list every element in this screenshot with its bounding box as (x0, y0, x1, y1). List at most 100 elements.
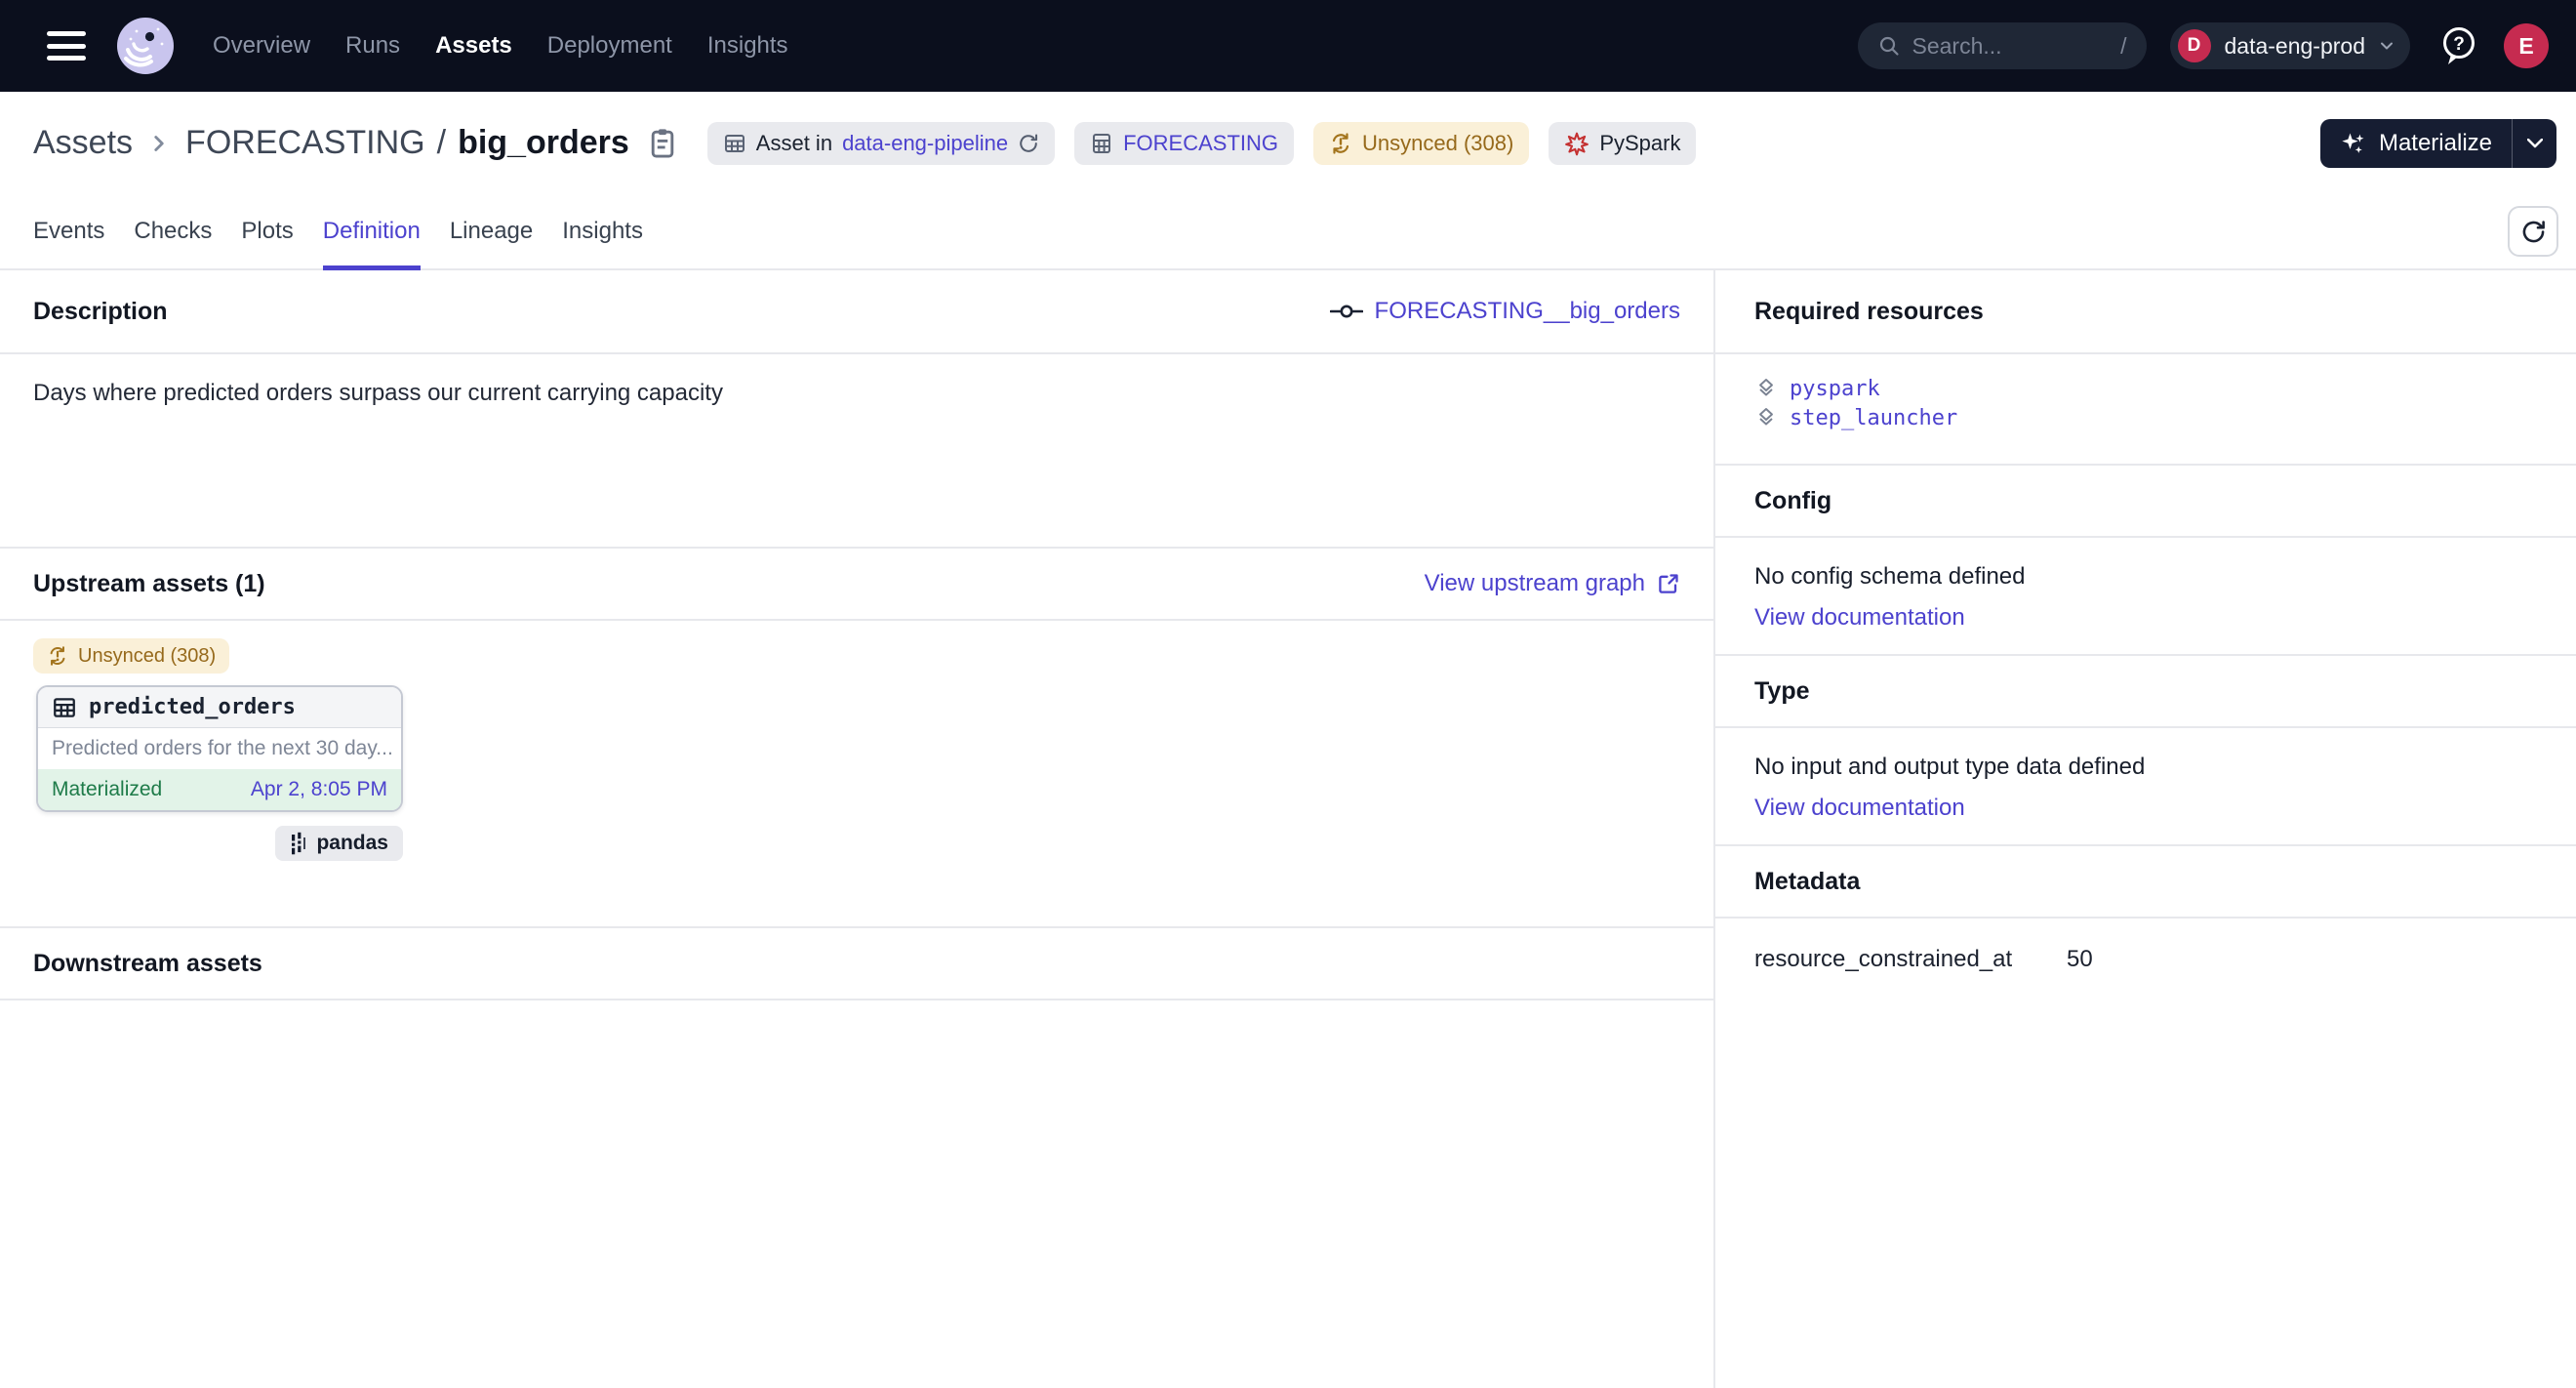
upstream-asset-kind-row: pandas (36, 826, 403, 861)
tab-events[interactable]: Events (33, 194, 104, 268)
tab-lineage[interactable]: Lineage (450, 194, 533, 268)
unsynced-tag-label: Unsynced (308) (1362, 131, 1513, 156)
config-body: No config schema defined View documentat… (1715, 538, 2576, 654)
pandas-kind-tag[interactable]: pandas (275, 826, 403, 861)
nav-item-insights[interactable]: Insights (707, 32, 788, 60)
tab-plots[interactable]: Plots (241, 194, 293, 268)
resource-link-step-launcher[interactable]: step_launcher (1790, 406, 1957, 430)
metadata-section-header: Metadata (1715, 844, 2576, 919)
tag-asset-in-pipeline[interactable]: Asset in data-eng-pipeline (707, 122, 1055, 165)
user-avatar[interactable]: E (2504, 23, 2549, 68)
breadcrumb-group-link[interactable]: FORECASTING (185, 124, 425, 162)
nav-item-runs[interactable]: Runs (345, 32, 400, 60)
search-input[interactable] (1912, 33, 2121, 60)
resource-link-pyspark[interactable]: pyspark (1790, 377, 1880, 401)
materialization-timestamp-link[interactable]: Apr 2, 8:05 PM (251, 778, 387, 801)
upstream-asset-description: Predicted orders for the next 30 day... (38, 728, 401, 769)
asset-tags: Asset in data-eng-pipeline FORECASTING U… (707, 122, 1697, 165)
config-section-header: Config (1715, 464, 2576, 538)
metadata-row: resource_constrained_at 50 (1754, 946, 2537, 973)
tag-asset-group[interactable]: FORECASTING (1074, 122, 1294, 165)
sync-alert-icon (1329, 132, 1352, 155)
upstream-unsynced-label: Unsynced (308) (78, 645, 216, 668)
copy-asset-name-icon[interactable] (647, 127, 678, 160)
materialize-label: Materialize (2379, 130, 2492, 157)
metadata-table: resource_constrained_at 50 (1715, 919, 2576, 973)
tag-asset-in-label: Asset in (756, 131, 832, 156)
metadata-key: resource_constrained_at (1754, 946, 2067, 973)
upstream-asset-card[interactable]: predicted_orders Predicted orders for th… (36, 685, 403, 812)
help-icon[interactable]: ? (2439, 25, 2478, 66)
tag-unsynced-status[interactable]: Unsynced (308) (1313, 122, 1529, 165)
svg-text:?: ? (2453, 34, 2465, 55)
pyspark-star-icon (1564, 131, 1590, 156)
dagster-logo-icon[interactable] (117, 18, 174, 74)
config-title: Config (1754, 487, 1831, 515)
tab-definition[interactable]: Definition (323, 194, 421, 268)
tab-checks[interactable]: Checks (134, 194, 212, 268)
downstream-section-header: Downstream assets (0, 926, 1713, 1000)
downstream-title: Downstream assets (33, 950, 262, 978)
job-link-label: FORECASTING__big_orders (1375, 298, 1680, 325)
refresh-button[interactable] (2508, 206, 2558, 257)
metadata-title: Metadata (1754, 868, 1860, 896)
type-view-documentation-link[interactable]: View documentation (1754, 795, 1965, 822)
breadcrumb: Assets FORECASTING / big_orders (33, 124, 678, 162)
materialize-options-button[interactable] (2512, 119, 2556, 168)
definition-content: Description FORECASTING__big_orders Days… (0, 270, 2576, 1388)
metadata-value: 50 (2067, 946, 2093, 973)
nav-item-overview[interactable]: Overview (213, 32, 310, 60)
chevron-down-icon (2377, 36, 2396, 56)
hamburger-menu-icon[interactable] (47, 31, 86, 61)
asset-card-header: predicted_orders (38, 687, 401, 728)
type-body: No input and output type data defined Vi… (1715, 728, 2576, 844)
config-view-documentation-link[interactable]: View documentation (1754, 604, 1965, 632)
view-upstream-graph-label: View upstream graph (1425, 570, 1645, 597)
required-resources-list: pyspark step_launcher (1715, 354, 2576, 464)
job-icon (1330, 303, 1363, 320)
config-empty-text: No config schema defined (1754, 563, 2537, 591)
required-resources-title: Required resources (1754, 298, 1984, 326)
nav-item-deployment[interactable]: Deployment (547, 32, 672, 60)
group-grid-icon (1090, 132, 1113, 155)
reload-icon[interactable] (1018, 133, 1039, 154)
upstream-unsynced-badge: Unsynced (308) (33, 638, 229, 674)
materialize-button[interactable]: Materialize (2320, 119, 2512, 168)
caret-down-icon (2527, 139, 2543, 148)
dagster-app: Overview Runs Assets Deployment Insights… (0, 0, 2576, 1388)
tag-compute-kind[interactable]: PySpark (1549, 122, 1696, 165)
primary-nav: Overview Runs Assets Deployment Insights (213, 32, 788, 60)
refresh-icon (2520, 219, 2547, 245)
external-link-icon (1657, 572, 1680, 595)
type-section-header: Type (1715, 654, 2576, 728)
upstream-title: Upstream assets (1) (33, 570, 265, 598)
page-title: big_orders (458, 124, 629, 162)
asset-tabs: Events Checks Plots Definition Lineage I… (33, 194, 643, 268)
chevron-right-icon (146, 131, 172, 156)
definition-sidebar: Required resources pyspark step_launcher (1715, 270, 2576, 1388)
upstream-section-header: Upstream assets (1) View upstream graph (0, 547, 1713, 621)
resource-item: step_launcher (1754, 403, 2537, 432)
breadcrumb-assets-link[interactable]: Assets (33, 124, 133, 162)
job-link[interactable]: FORECASTING__big_orders (1330, 298, 1680, 325)
global-search[interactable]: / (1858, 22, 2147, 69)
resource-item: pyspark (1754, 374, 2537, 403)
type-title: Type (1754, 677, 1810, 706)
description-title: Description (33, 298, 168, 326)
definition-main-panel: Description FORECASTING__big_orders Days… (0, 270, 1715, 1388)
pandas-kind-label: pandas (316, 832, 388, 855)
group-link[interactable]: FORECASTING (1123, 131, 1278, 156)
view-upstream-graph-link[interactable]: View upstream graph (1425, 570, 1680, 597)
deployment-switcher[interactable]: D data-eng-prod (2170, 22, 2411, 69)
description-text: Days where predicted orders surpass our … (33, 380, 723, 406)
deployment-initial-badge: D (2178, 29, 2211, 62)
pipeline-link[interactable]: data-eng-pipeline (842, 131, 1008, 156)
nav-item-assets[interactable]: Assets (435, 32, 512, 60)
type-empty-text: No input and output type data defined (1754, 754, 2537, 781)
search-icon (1877, 34, 1901, 58)
tab-insights[interactable]: Insights (562, 194, 643, 268)
deployment-name: data-eng-prod (2225, 33, 2366, 60)
resource-layers-icon (1754, 377, 1778, 400)
compute-kind-label: PySpark (1599, 131, 1680, 156)
materialized-status-label: Materialized (52, 778, 162, 801)
